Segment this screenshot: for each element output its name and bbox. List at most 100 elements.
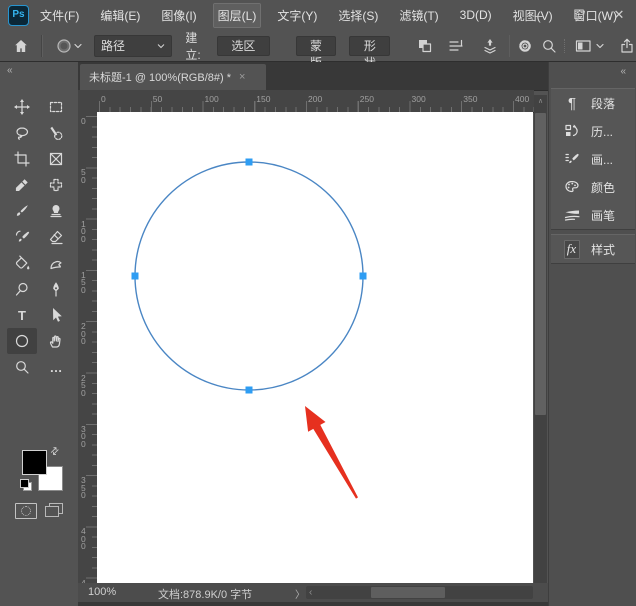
foreground-color-swatch[interactable] — [22, 450, 47, 475]
document-tab-title: 未标题-1 @ 100%(RGB/8#) * — [89, 69, 231, 85]
status-expand-icon[interactable]: 〉 — [295, 586, 305, 601]
horizontal-ruler: 050100150200250300350400 — [97, 90, 534, 113]
quick-selection-tool[interactable] — [41, 120, 71, 146]
slice-tool[interactable] — [41, 146, 71, 172]
patch-tool[interactable] — [41, 172, 71, 198]
eraser-tool[interactable] — [41, 224, 71, 250]
panel-label: 样式 — [591, 241, 615, 258]
menu-filter[interactable]: 滤镜(T) — [395, 4, 442, 27]
menu-layer[interactable]: 图层(L) — [214, 4, 261, 27]
zoom-tool[interactable] — [7, 354, 37, 380]
share-icon[interactable] — [619, 36, 636, 56]
panel-button-styles[interactable]: fx 样式 — [551, 235, 635, 263]
path-align-icon[interactable] — [448, 36, 465, 56]
default-colors-icon[interactable] — [20, 479, 32, 491]
zoom-level[interactable]: 100% — [88, 586, 116, 598]
menu-edit[interactable]: 编辑(E) — [96, 4, 144, 27]
panel-button-history[interactable]: 历... — [551, 117, 635, 145]
make-selection-button[interactable]: 选区 ... — [217, 36, 269, 56]
brushes-icon — [560, 207, 584, 223]
dodge-tool[interactable] — [7, 276, 37, 302]
more-tools-icon[interactable]: … — [41, 354, 71, 380]
canvas[interactable] — [97, 112, 533, 583]
maximize-button[interactable]: ☐ — [572, 7, 586, 23]
home-icon[interactable] — [12, 36, 29, 56]
tool-options-bar: 路径 建立: 选区 ... 蒙版 形状 — [0, 30, 636, 62]
make-shape-button[interactable]: 形状 — [349, 36, 390, 56]
panel-button-paragraph[interactable]: ¶ 段落 — [551, 89, 635, 117]
swap-colors-icon[interactable]: ⇄ — [48, 445, 62, 459]
panel-group: ¶ 段落 历... 画... 颜色 画笔 — [551, 88, 635, 230]
panels-dock: « ¶ 段落 历... 画... 颜色 画笔 — [548, 62, 636, 606]
anchor-point[interactable] — [246, 159, 253, 166]
smudge-tool[interactable] — [41, 250, 71, 276]
chevron-down-icon[interactable] — [595, 36, 605, 56]
close-button[interactable]: ✕ — [612, 7, 626, 23]
bottom-strip — [78, 602, 548, 606]
vertical-scroll-thumb[interactable] — [535, 113, 546, 415]
history-icon — [560, 123, 584, 139]
make-mask-button[interactable]: 蒙版 — [296, 36, 337, 56]
paragraph-icon: ¶ — [560, 95, 584, 112]
status-bar: 100% 文档:878.9K/0 字节 〉 ‹ — [78, 583, 548, 602]
menu-select[interactable]: 选择(S) — [334, 4, 382, 27]
tools-panel: « T … ⇄ — [0, 62, 79, 606]
panel-button-color[interactable]: 颜色 — [551, 173, 635, 201]
pen-tool[interactable] — [41, 276, 71, 302]
color-icon — [560, 179, 584, 195]
clone-stamp-tool[interactable] — [41, 198, 71, 224]
vertical-scrollbar[interactable]: ∧ — [534, 95, 547, 583]
anchor-point[interactable] — [132, 273, 139, 280]
app-logo-icon[interactable]: Ps — [8, 5, 29, 26]
lasso-tool[interactable] — [7, 120, 37, 146]
make-label: 建立: — [185, 29, 209, 63]
crop-tool[interactable] — [7, 146, 37, 172]
history-brush-tool[interactable] — [7, 224, 37, 250]
rectangular-marquee-tool[interactable] — [41, 94, 71, 120]
document-info: 文档:878.9K/0 字节 — [158, 586, 252, 602]
panel-label: 颜色 — [591, 179, 615, 196]
path-operations-icon[interactable] — [416, 36, 433, 56]
menu-3d[interactable]: 3D(D) — [456, 5, 496, 25]
tools-grid: T … — [7, 94, 71, 380]
horizontal-scroll-thumb[interactable] — [371, 587, 445, 598]
type-tool-glyph: T — [18, 308, 26, 323]
type-tool[interactable]: T — [7, 302, 37, 328]
horizontal-scrollbar[interactable]: ‹ — [306, 586, 533, 599]
document-tab[interactable]: 未标题-1 @ 100%(RGB/8#) * × — [80, 64, 266, 90]
title-bar: Ps 文件(F) 编辑(E) 图像(I) 图层(L) 文字(Y) 选择(S) 滤… — [0, 0, 636, 31]
menu-image[interactable]: 图像(I) — [157, 4, 200, 27]
workspace-icon[interactable] — [575, 36, 592, 56]
tool-preset-ellipse-icon[interactable] — [55, 36, 73, 56]
scroll-up-icon[interactable]: ∧ — [534, 97, 547, 105]
move-tool[interactable] — [7, 94, 37, 120]
search-icon[interactable] — [541, 36, 558, 56]
menu-file[interactable]: 文件(F) — [36, 4, 83, 27]
tab-close-icon[interactable]: × — [239, 71, 245, 83]
collapse-tools-icon[interactable]: « — [7, 65, 12, 76]
panel-button-brushes[interactable]: 画笔 — [551, 201, 635, 229]
anchor-point[interactable] — [360, 273, 367, 280]
panel-label: 画... — [591, 151, 613, 168]
scroll-left-icon[interactable]: ‹ — [309, 586, 312, 599]
anchor-point[interactable] — [246, 387, 253, 394]
path-arrange-icon[interactable] — [481, 36, 498, 56]
tool-mode-select[interactable]: 路径 — [94, 35, 172, 57]
minimize-button[interactable]: – — [532, 8, 546, 23]
panel-button-brush-settings[interactable]: 画... — [551, 145, 635, 173]
ellipse-tool[interactable] — [7, 328, 37, 354]
chevron-down-icon[interactable] — [73, 36, 82, 56]
paint-bucket-tool[interactable] — [7, 250, 37, 276]
hand-tool[interactable] — [41, 328, 71, 354]
quick-mask-button[interactable] — [15, 503, 37, 519]
panel-group: fx 样式 — [551, 234, 635, 264]
ruler-corner — [78, 90, 98, 113]
collapse-panels-icon[interactable]: « — [620, 66, 625, 77]
screen-mode-button[interactable] — [45, 503, 63, 517]
window-controls: – ☐ ✕ — [532, 0, 626, 30]
path-selection-tool[interactable] — [41, 302, 71, 328]
brush-tool[interactable] — [7, 198, 37, 224]
eyedropper-tool[interactable] — [7, 172, 37, 198]
menu-type[interactable]: 文字(Y) — [273, 4, 321, 27]
settings-gear-icon[interactable] — [516, 36, 533, 56]
